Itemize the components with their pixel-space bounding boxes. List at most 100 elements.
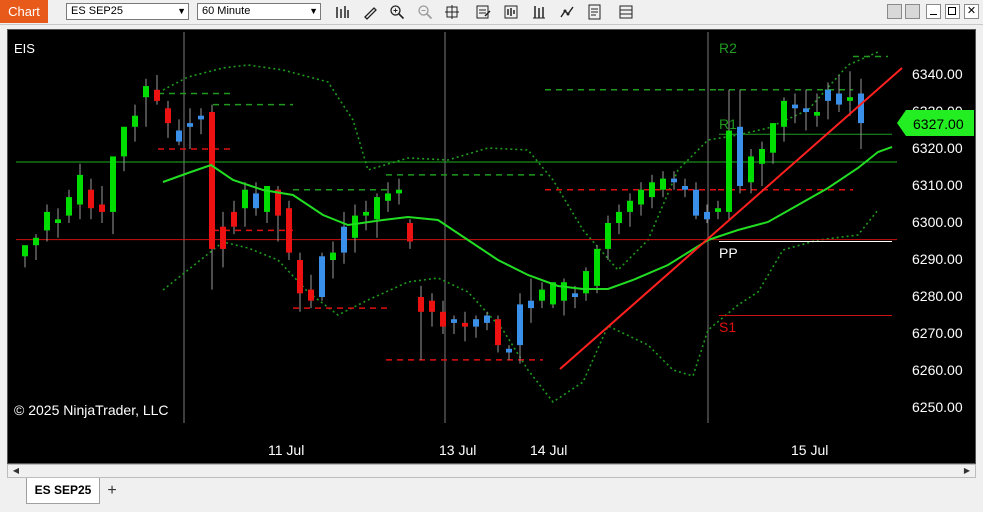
candle-body (132, 115, 138, 127)
toolbar: Chart ES SEP25 ▼ 60 Minute ▼ ✕ (0, 0, 983, 25)
candle-body (649, 182, 655, 198)
candle-body (44, 211, 50, 231)
candle-body (385, 193, 391, 201)
candle-body (671, 178, 677, 183)
candle-body (561, 282, 567, 301)
candle-body (143, 86, 149, 98)
chart-panel[interactable]: EIS © 2025 NinjaTrader, LLC R2 R1 PP S1 … (7, 19, 976, 464)
templates-icon[interactable] (586, 3, 604, 20)
minimize-icon[interactable] (926, 4, 941, 19)
price-level-lines (16, 55, 897, 361)
y-tick-label: 6340.00 (912, 66, 963, 82)
candle-body (528, 300, 534, 309)
price-chart[interactable]: EIS © 2025 NinjaTrader, LLC R2 R1 PP S1 … (8, 19, 975, 463)
y-tick-label: 6270.00 (912, 325, 963, 341)
candle-body (462, 322, 468, 327)
restore-icon[interactable] (905, 4, 920, 19)
candle-body (638, 189, 644, 205)
pivot-label-pp: PP (719, 245, 738, 261)
candle-body (407, 223, 413, 242)
zoom-out-icon[interactable] (416, 3, 434, 20)
properties-icon[interactable] (474, 3, 492, 20)
candle-body (88, 189, 94, 209)
candle-body (715, 208, 721, 212)
snap-window-icon[interactable] (887, 4, 902, 19)
interval-selector[interactable]: 60 Minute ▼ (197, 3, 321, 20)
current-price-marker: 6327.00 (897, 110, 974, 136)
candle-body (330, 252, 336, 260)
scroll-left-icon[interactable]: ◀ (10, 465, 22, 477)
candle-body (319, 256, 325, 297)
moving-average-path (162, 146, 893, 290)
y-tick-label: 6280.00 (912, 288, 963, 304)
chart-trader-icon[interactable] (617, 3, 635, 20)
candle-body (517, 304, 523, 346)
candle-body (198, 115, 204, 120)
candle-body (110, 156, 116, 212)
pivot-label-r1: R1 (719, 116, 737, 132)
chart-window-tab[interactable]: Chart (0, 0, 48, 23)
candle-body (473, 319, 479, 327)
pivot-lines (719, 19, 892, 316)
candle-body (440, 311, 446, 327)
candle-body (22, 245, 28, 257)
instrument-tab[interactable]: ES SEP25 (26, 478, 100, 504)
horizontal-scrollbar[interactable]: ◀ ▶ (7, 464, 976, 478)
y-tick-label: 6260.00 (912, 362, 963, 378)
time-gridlines (183, 32, 709, 423)
candle-body (770, 123, 776, 153)
x-tick-label: 14 Jul (530, 442, 567, 458)
candle-body (594, 248, 600, 286)
crosshair-icon[interactable] (443, 3, 461, 20)
zoom-in-icon[interactable] (388, 3, 406, 20)
candle-body (66, 197, 72, 216)
candle-body (297, 260, 303, 294)
symbol-label: EIS (14, 41, 35, 56)
candle-body (55, 219, 61, 223)
maximize-icon[interactable] (945, 4, 960, 19)
y-tick-label: 6250.00 (912, 399, 963, 415)
candle-body (209, 112, 215, 249)
x-axis[interactable]: 11 Jul 13 Jul 14 Jul 15 Jul (268, 442, 828, 458)
candle-body (682, 186, 688, 190)
y-tick-label: 6310.00 (912, 177, 963, 193)
candle-body (242, 189, 248, 209)
candle-body (616, 211, 622, 223)
add-tab-icon[interactable]: + (102, 482, 122, 500)
candle-body (495, 319, 501, 346)
candle-body (847, 97, 853, 101)
close-icon[interactable]: ✕ (964, 4, 979, 19)
data-box-icon[interactable] (502, 3, 520, 20)
scroll-right-icon[interactable]: ▶ (961, 465, 973, 477)
candle-body (187, 123, 193, 127)
candle-body (341, 226, 347, 253)
candle-body (429, 300, 435, 312)
candle-body (231, 211, 237, 227)
draw-pencil-icon[interactable] (361, 3, 379, 20)
candle-body (803, 108, 809, 112)
candle-body (308, 289, 314, 301)
y-tick-label: 6300.00 (912, 214, 963, 230)
candle-body (748, 156, 754, 183)
candle-body (836, 93, 842, 105)
instrument-tab-bar: ES SEP25 + (0, 478, 983, 512)
y-tick-label: 6290.00 (912, 251, 963, 267)
x-tick-label: 15 Jul (791, 442, 828, 458)
chevron-down-icon: ▼ (177, 6, 186, 16)
copyright-text: © 2025 NinjaTrader, LLC (14, 402, 169, 418)
candle-body (286, 208, 292, 253)
x-tick-label: 11 Jul (268, 442, 304, 458)
candle-body (781, 100, 787, 127)
strategies-icon[interactable] (558, 3, 576, 20)
chevron-down-icon: ▼ (309, 6, 318, 16)
instrument-selector[interactable]: ES SEP25 ▼ (66, 3, 189, 20)
candle-body (572, 293, 578, 297)
moving-average-line (162, 146, 893, 290)
candle-body (33, 237, 39, 246)
candlesticks (22, 71, 864, 364)
bar-chart-icon[interactable] (333, 3, 351, 20)
candle-body (121, 126, 127, 157)
instrument-value: ES SEP25 (71, 5, 123, 17)
candle-body (825, 89, 831, 101)
indicators-icon[interactable] (530, 3, 548, 20)
